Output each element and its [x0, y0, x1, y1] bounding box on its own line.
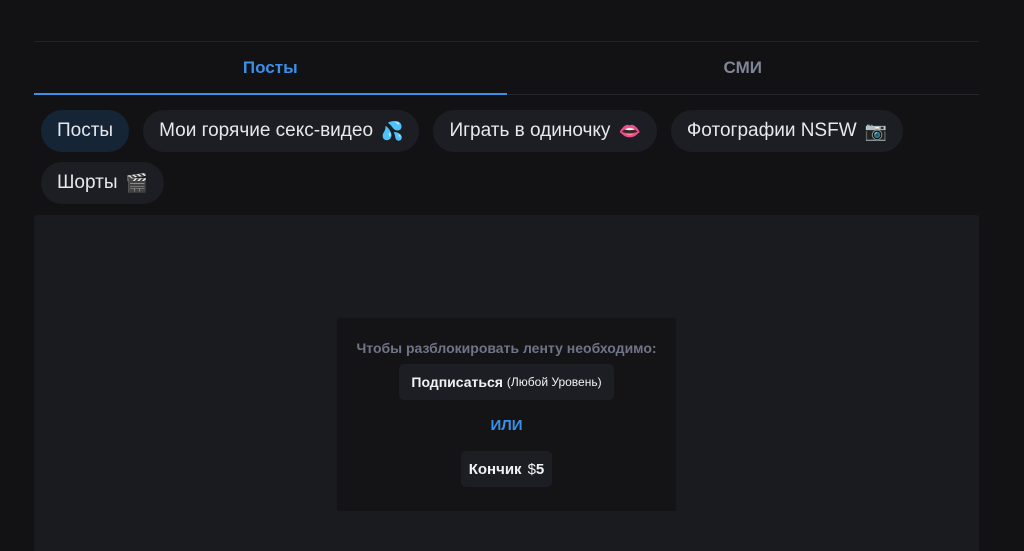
- tab-posts[interactable]: Посты: [34, 42, 507, 95]
- profile-feed: Посты СМИ Посты Мои горячие секс-видео 💦…: [34, 0, 979, 551]
- unlock-panel: Чтобы разблокировать ленту необходимо: П…: [337, 318, 676, 511]
- chip-label: Шорты: [57, 172, 118, 193]
- chip-shorts[interactable]: Шорты 🎬: [41, 162, 164, 204]
- category-chips: Посты Мои горячие секс-видео 💦 Играть в …: [41, 110, 971, 204]
- camera-icon: 📷: [864, 120, 888, 141]
- droplets-icon: 💦: [381, 120, 404, 141]
- unlock-title: Чтобы разблокировать ленту необходимо:: [356, 340, 657, 356]
- chip-nsfw-photos[interactable]: Фотографии NSFW 📷: [670, 110, 904, 152]
- locked-feed-area: Чтобы разблокировать ленту необходимо: П…: [34, 215, 979, 551]
- chip-label: Фотографии NSFW: [686, 120, 857, 141]
- subscribe-level: (Любой Уровень): [506, 375, 602, 389]
- tip-currency: $: [527, 460, 536, 478]
- chip-label: Посты: [57, 120, 114, 141]
- subscribe-button[interactable]: Подписаться (Любой Уровень): [399, 364, 614, 400]
- chip-hot-videos[interactable]: Мои горячие секс-видео 💦: [143, 110, 420, 152]
- tab-posts-label: Посты: [242, 58, 298, 77]
- chip-posts[interactable]: Посты: [41, 110, 130, 152]
- chip-label: Играть в одиночку: [449, 120, 611, 141]
- or-separator: ИЛИ: [490, 417, 523, 434]
- chip-label: Мои горячие секс-видео: [159, 120, 374, 141]
- tab-media-label: СМИ: [723, 58, 762, 77]
- subscribe-label: Подписаться: [411, 374, 503, 390]
- lips-icon: 👄: [618, 120, 641, 141]
- tip-amount: $5: [528, 461, 545, 478]
- clapperboard-icon: 🎬: [125, 172, 148, 193]
- tab-media[interactable]: СМИ: [507, 42, 980, 94]
- chip-solo-play[interactable]: Играть в одиночку 👄: [433, 110, 657, 152]
- tip-label: Кончик: [468, 460, 522, 478]
- tip-value: 5: [535, 460, 545, 478]
- tip-button[interactable]: Кончик $5: [461, 451, 552, 487]
- tab-bar: Посты СМИ: [34, 42, 979, 95]
